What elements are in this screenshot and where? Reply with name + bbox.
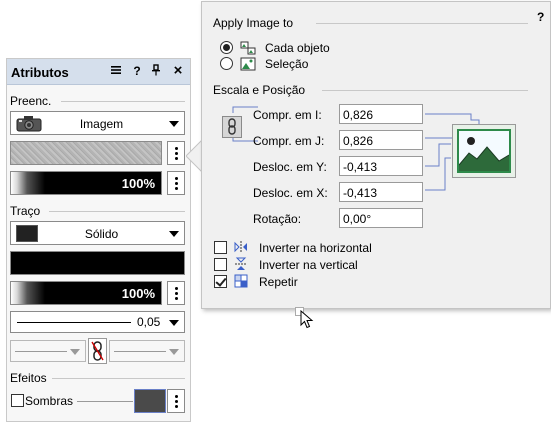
chevron-down-icon xyxy=(70,349,80,355)
offset-x-label: Desloc. em X: xyxy=(253,186,328,200)
stroke-width-value: 0,05 xyxy=(137,315,161,329)
offset-y-label: Desloc. em Y: xyxy=(253,160,327,174)
fill-image-more-button[interactable] xyxy=(167,141,185,165)
line-end-dropdown[interactable] xyxy=(109,340,185,362)
chain-link-icon xyxy=(228,118,236,135)
lock-proportions-button[interactable] xyxy=(222,116,242,138)
panel-header: Atributos ? × xyxy=(7,59,190,85)
stroke-width-dropdown[interactable]: 0,05 xyxy=(10,311,185,333)
fill-opacity-more-button[interactable] xyxy=(167,171,185,195)
radio-selection[interactable] xyxy=(220,57,233,70)
stroke-opacity-more-button[interactable] xyxy=(167,281,185,305)
popup-help-icon[interactable]: ? xyxy=(537,10,544,24)
shadows-label: Sombras xyxy=(25,394,74,408)
chevron-down-icon xyxy=(169,320,179,326)
shadows-checkbox[interactable] xyxy=(11,394,24,407)
each-object-label: Cada objeto xyxy=(265,41,330,55)
fill-type-dropdown[interactable]: Imagem xyxy=(10,111,185,135)
radio-each-object[interactable] xyxy=(220,41,233,54)
stroke-section-label: Traço xyxy=(10,204,41,218)
stroke-opacity-slider[interactable]: 100% xyxy=(10,281,162,305)
chevron-down-icon xyxy=(169,349,179,355)
selection-label: Seleção xyxy=(265,57,309,71)
camera-icon xyxy=(16,115,42,135)
offset-x-input[interactable]: -0,413 xyxy=(339,182,423,202)
apply-image-popup: ? Apply Image to Cada objeto Seleção Esc… xyxy=(201,1,551,309)
line-start-sample xyxy=(15,351,67,352)
fill-section-label: Preenc. xyxy=(10,94,52,108)
chain-link-icon xyxy=(91,341,104,361)
mouse-cursor-icon xyxy=(300,310,314,329)
fill-opacity-value: 100% xyxy=(121,176,155,191)
chevron-down-icon xyxy=(169,121,179,127)
stroke-style-dropdown[interactable]: Sólido xyxy=(10,221,185,245)
apply-divider xyxy=(316,23,528,24)
flip-vertical-label: Inverter na vertical xyxy=(259,258,358,272)
close-icon[interactable]: × xyxy=(171,62,185,79)
stroke-style-value: Sólido xyxy=(84,227,119,241)
stroke-color-swatch xyxy=(16,225,38,242)
image-preview-frame xyxy=(452,124,516,178)
shadows-divider xyxy=(77,401,133,402)
fill-type-value: Imagem xyxy=(79,117,124,131)
flip-vertical-checkbox[interactable] xyxy=(214,258,227,271)
image-preview xyxy=(457,129,511,173)
each-object-icon xyxy=(240,41,256,58)
fill-opacity-slider[interactable]: 100% xyxy=(10,171,162,195)
flip-vertical-icon xyxy=(234,257,248,274)
rotation-input[interactable]: 0,00° xyxy=(339,208,423,228)
panel-title: Atributos xyxy=(11,65,69,80)
offset-y-input[interactable]: -0,413 xyxy=(339,156,423,176)
stroke-color-bar[interactable] xyxy=(10,251,185,275)
link-arrows-button[interactable] xyxy=(88,338,107,364)
repeat-label: Repetir xyxy=(259,275,298,289)
fill-divider xyxy=(61,101,185,102)
pin-icon[interactable] xyxy=(149,64,163,79)
shadow-more-button[interactable] xyxy=(167,389,185,413)
scale-divider xyxy=(322,90,528,91)
stroke-line-sample xyxy=(17,322,131,323)
effects-section-label: Efeitos xyxy=(10,371,47,385)
repeat-icon xyxy=(234,274,248,291)
stroke-opacity-value: 100% xyxy=(121,286,155,301)
landscape-image-icon xyxy=(458,131,510,171)
menu-icon[interactable] xyxy=(109,64,123,79)
fill-image-preview[interactable] xyxy=(10,141,162,165)
flip-horizontal-label: Inverter na horizontal xyxy=(259,241,372,255)
line-start-dropdown[interactable] xyxy=(10,340,86,362)
width-j-label: Compr. em J: xyxy=(253,134,325,148)
help-icon[interactable]: ? xyxy=(130,64,144,78)
attributes-panel: Atributos ? × Preenc. Imagem 100% Traço … xyxy=(6,58,191,422)
scale-section-title: Escala e Posição xyxy=(213,83,306,97)
width-j-input[interactable]: 0,826 xyxy=(339,130,423,150)
chevron-down-icon xyxy=(169,231,179,237)
rotation-label: Rotação: xyxy=(253,212,302,226)
stroke-divider xyxy=(49,211,185,212)
repeat-checkbox[interactable] xyxy=(214,275,227,288)
effects-divider xyxy=(52,378,185,379)
shadow-color-swatch[interactable] xyxy=(134,389,166,413)
selection-icon xyxy=(240,57,256,74)
apply-section-title: Apply Image to xyxy=(213,16,294,30)
flip-horizontal-icon xyxy=(234,240,248,257)
width-i-label: Compr. em I: xyxy=(253,108,322,122)
flip-horizontal-checkbox[interactable] xyxy=(214,241,227,254)
width-i-input[interactable]: 0,826 xyxy=(339,104,423,124)
line-end-sample xyxy=(114,351,166,352)
